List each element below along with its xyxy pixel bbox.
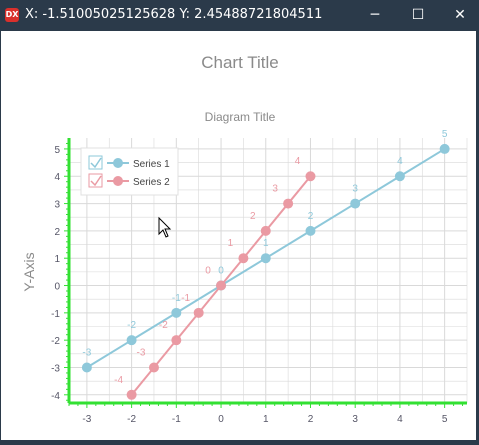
y-tick-label: 3 (54, 200, 60, 211)
data-point (193, 307, 204, 318)
y-tick-label: -1 (51, 309, 60, 320)
legend-point-marker (113, 158, 123, 168)
point-label: 3 (352, 184, 358, 195)
diagram-title: Diagram Title (205, 110, 276, 124)
legend-label: Series 1 (133, 159, 170, 170)
x-tick-label: 5 (442, 414, 448, 425)
window-title: X: -1.51005025125628 Y: 2.45488721804511 (25, 7, 323, 22)
data-point (283, 198, 294, 209)
app-icon: DX (5, 8, 19, 22)
legend-point-marker (113, 176, 123, 186)
point-label: 1 (228, 238, 234, 249)
x-tick-label: 4 (397, 414, 403, 425)
x-tick-label: 2 (308, 414, 314, 425)
y-tick-label: 4 (54, 172, 60, 183)
point-label: 0 (205, 266, 211, 277)
y-tick-label: -3 (51, 363, 60, 374)
data-point (350, 198, 361, 209)
point-label: -2 (159, 320, 168, 331)
data-point (171, 335, 182, 346)
data-point (126, 335, 137, 346)
data-point (305, 171, 316, 182)
chart-title: Chart Title (201, 53, 278, 72)
legend-label: Series 2 (133, 177, 170, 188)
point-label: 5 (442, 129, 448, 140)
data-point (394, 171, 405, 182)
chart-svg[interactable]: Chart Title Diagram Title Y-Axis -3 -2 -1 0… (1, 31, 476, 440)
data-point (126, 389, 137, 400)
point-label: -1 (172, 293, 181, 304)
x-tick-label: -1 (172, 414, 181, 425)
point-label: 4 (295, 156, 301, 167)
data-point (260, 225, 271, 236)
x-tick-label: 0 (218, 414, 224, 425)
data-point (238, 253, 249, 264)
point-label: -1 (181, 293, 190, 304)
y-axis-title: Y-Axis (21, 252, 37, 291)
legend[interactable]: Series 1 Series 2 (80, 147, 179, 196)
x-tick-label: -3 (82, 414, 91, 425)
y-tick-label: -4 (51, 391, 60, 402)
data-point (216, 280, 227, 291)
point-label: 2 (250, 211, 256, 222)
chart-control[interactable]: Chart Title Diagram Title Y-Axis -3 -2 -1 0… (1, 31, 476, 440)
data-point (148, 362, 159, 373)
point-label: -3 (137, 347, 146, 358)
data-point (171, 307, 182, 318)
point-label: -3 (82, 347, 91, 358)
x-tick-label: 3 (352, 414, 358, 425)
data-point (260, 253, 271, 264)
point-label: -4 (114, 375, 123, 386)
y-tick-label: 0 (54, 282, 60, 293)
point-label: 2 (308, 211, 314, 222)
x-tick-label: 1 (263, 414, 269, 425)
point-label: 4 (397, 156, 403, 167)
minimize-button[interactable]: ─ (352, 0, 398, 31)
data-point (305, 225, 316, 236)
y-tick-label: 2 (54, 227, 60, 238)
window-titlebar: DX X: -1.51005025125628 Y: 2.45488721804… (0, 0, 479, 31)
y-tick-label: -2 (51, 336, 60, 347)
point-label: 0 (218, 266, 224, 277)
mouse-cursor-icon (158, 216, 172, 238)
y-tick-label: 1 (54, 254, 60, 265)
maximize-button[interactable]: ☐ (395, 0, 441, 31)
point-label: 1 (263, 238, 269, 249)
x-tick-label: -2 (127, 414, 136, 425)
point-label: 3 (272, 184, 278, 195)
point-label: -2 (127, 320, 136, 331)
data-point (81, 362, 92, 373)
data-point (439, 143, 450, 154)
close-button[interactable]: ✕ (437, 0, 479, 31)
y-tick-label: 5 (54, 145, 60, 156)
